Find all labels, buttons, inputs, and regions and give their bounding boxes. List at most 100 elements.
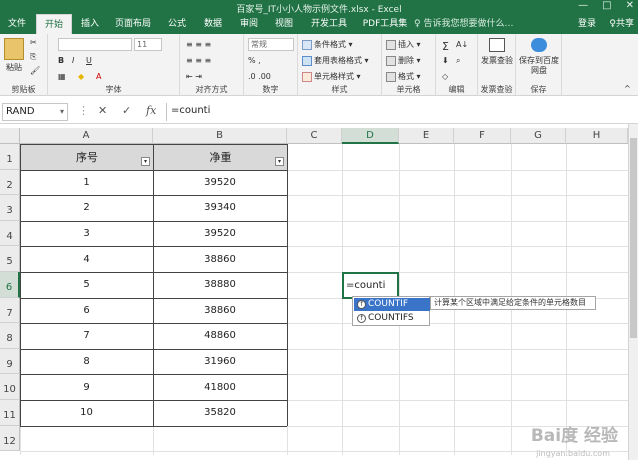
table-cell[interactable]: 38880 — [153, 272, 287, 298]
tab-0[interactable]: 文件 — [0, 14, 34, 34]
table-cell[interactable]: 48860 — [153, 323, 287, 349]
collapse-ribbon-icon[interactable]: ^ — [624, 84, 631, 93]
function-autocomplete[interactable]: f COUNTIF f COUNTIFS — [352, 296, 430, 326]
column-header-a[interactable]: A — [20, 128, 153, 144]
font-color-icon[interactable]: A — [96, 72, 101, 81]
row-header-9[interactable]: 9 — [0, 348, 20, 375]
column-header-c[interactable]: C — [287, 128, 342, 144]
sort-filter-icon[interactable]: A↓ — [456, 40, 468, 49]
table-cell[interactable]: 10 — [20, 400, 153, 426]
table-cell[interactable]: 35820 — [153, 400, 287, 426]
font-name-field[interactable] — [58, 38, 132, 51]
insert-function-button[interactable]: fx — [146, 104, 156, 117]
table-cell[interactable]: 1 — [20, 170, 153, 196]
border-icon[interactable]: ▦ — [58, 72, 66, 81]
row-header-6[interactable]: 6 — [0, 272, 20, 298]
tab-6[interactable]: 审阅 — [232, 14, 266, 34]
align-left-icon[interactable]: ≡ ≡ ≡ — [186, 56, 211, 65]
filter-dropdown-icon[interactable]: ▾ — [275, 157, 284, 166]
autocomplete-item[interactable]: f COUNTIF — [354, 298, 430, 311]
table-cell[interactable]: 39520 — [153, 170, 287, 196]
copy-icon[interactable]: ⎘ — [30, 52, 36, 62]
insert-cells-button[interactable]: 插入 ▾ — [386, 39, 421, 50]
fill-color-icon[interactable]: ◆ — [78, 72, 84, 81]
underline-button[interactable]: U — [86, 56, 92, 65]
invoice-check-button[interactable]: 发票查验 — [481, 56, 513, 66]
column-header-g[interactable]: G — [511, 128, 566, 144]
vertical-scrollbar[interactable] — [628, 124, 638, 460]
minimize-icon[interactable]: — — [578, 0, 588, 11]
baidu-cloud-icon[interactable] — [531, 38, 547, 52]
tab-9[interactable]: PDF工具集 — [358, 14, 412, 34]
autocomplete-item[interactable]: f COUNTIFS — [354, 312, 430, 325]
active-cell-d6[interactable]: =counti — [342, 272, 399, 299]
chevron-down-icon[interactable]: ▾ — [60, 104, 64, 120]
cut-icon[interactable]: ✂ — [30, 38, 37, 47]
tab-1[interactable]: 开始 — [36, 14, 72, 34]
format-as-table-button[interactable]: 套用表格格式 ▾ — [302, 55, 369, 66]
row-header-1[interactable]: 1 — [0, 144, 20, 170]
font-size-field[interactable]: 11 — [134, 38, 162, 51]
table-cell[interactable]: 6 — [20, 298, 153, 324]
formula-input[interactable]: =counti — [166, 103, 634, 121]
tab-5[interactable]: 数据 — [196, 14, 230, 34]
select-all-corner[interactable] — [0, 128, 20, 144]
column-header-d[interactable]: D — [342, 128, 399, 144]
row-header-7[interactable]: 7 — [0, 297, 20, 324]
table-cell[interactable]: 9 — [20, 374, 153, 400]
fill-icon[interactable]: ⬇ — [442, 56, 449, 65]
row-header-10[interactable]: 10 — [0, 374, 20, 400]
row-header-4[interactable]: 4 — [0, 220, 20, 247]
italic-button[interactable]: I — [72, 56, 74, 65]
invoice-icon[interactable] — [489, 38, 505, 52]
align-top-icon[interactable]: ≡ ≡ ≡ — [186, 40, 211, 49]
column-header-b[interactable]: B — [153, 128, 287, 144]
table-cell[interactable]: 41800 — [153, 374, 287, 400]
row-header-5[interactable]: 5 — [0, 246, 20, 272]
table-cell[interactable]: 38860 — [153, 246, 287, 272]
clear-icon[interactable]: ◇ — [442, 72, 448, 81]
table-cell[interactable]: 2 — [20, 195, 153, 221]
cancel-formula-button[interactable]: ✕ — [98, 104, 107, 117]
table-cell[interactable]: 3 — [20, 221, 153, 247]
format-cells-button[interactable]: 格式 ▾ — [386, 71, 421, 82]
paste-button[interactable]: 粘贴 — [6, 62, 22, 73]
tab-3[interactable]: 页面布局 — [108, 14, 158, 34]
table-cell[interactable]: 38860 — [153, 298, 287, 324]
worksheet-grid[interactable]: A B C D E F G H 1 2 3 4 5 6 7 8 9 10 11 12 序号 ▾ 净重 ▾ 1 39520 2 3934… — [0, 128, 629, 460]
percent-icon[interactable]: % , — [248, 56, 261, 65]
table-cell[interactable]: 39520 — [153, 221, 287, 247]
table-cell[interactable]: 4 — [20, 246, 153, 272]
maximize-icon[interactable]: □ — [602, 0, 611, 11]
table-cell[interactable]: 7 — [20, 323, 153, 349]
tab-2[interactable]: 插入 — [74, 14, 106, 34]
row-header-11[interactable]: 11 — [0, 400, 20, 426]
decimal-icon[interactable]: .0 .00 — [248, 72, 271, 81]
share-button[interactable]: ♀共享 — [609, 14, 634, 34]
row-header-3[interactable]: 3 — [0, 195, 20, 221]
autosum-icon[interactable]: Σ — [442, 40, 449, 53]
cell-styles-button[interactable]: 单元格样式 ▾ — [302, 71, 361, 82]
number-format-field[interactable]: 常规 — [248, 38, 294, 51]
column-header-f[interactable]: F — [454, 128, 511, 144]
login-link[interactable]: 登录 — [578, 14, 596, 34]
bold-button[interactable]: B — [58, 56, 64, 65]
enter-formula-button[interactable]: ✓ — [122, 104, 131, 117]
row-header-12[interactable]: 12 — [0, 425, 20, 452]
close-icon[interactable]: ✕ — [626, 0, 634, 11]
find-icon[interactable]: ⌕ — [456, 56, 460, 66]
tab-4[interactable]: 公式 — [160, 14, 194, 34]
table-cell[interactable]: 39340 — [153, 195, 287, 221]
filter-dropdown-icon[interactable]: ▾ — [141, 157, 150, 166]
paste-icon[interactable] — [4, 38, 24, 60]
column-header-e[interactable]: E — [399, 128, 454, 144]
tab-8[interactable]: 开发工具 — [302, 14, 356, 34]
column-header-h[interactable]: H — [566, 128, 628, 144]
indent-icon[interactable]: ⇤ ⇥ — [186, 72, 202, 81]
tell-me-search[interactable]: ♀ 告诉我您想要做什么… — [414, 14, 564, 34]
table-cell[interactable]: 8 — [20, 349, 153, 375]
save-to-baidu-button[interactable]: 保存到百度网盘 — [519, 56, 559, 76]
name-box[interactable]: RAND ▾ — [2, 103, 68, 121]
table-cell[interactable]: 5 — [20, 272, 153, 298]
row-header-2[interactable]: 2 — [0, 169, 20, 196]
